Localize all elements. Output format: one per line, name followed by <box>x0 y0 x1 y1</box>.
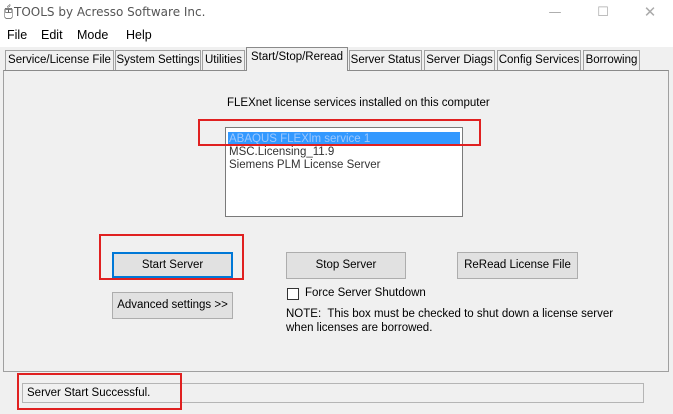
services-listbox[interactable]: ABAQUS FLEXlm service 1 MSC.Licensing_11… <box>225 127 463 217</box>
note-line-1: NOTE: This box must be checked to shut d… <box>286 308 614 320</box>
maximize-icon[interactable]: ☐ <box>580 0 626 25</box>
tab-server-status[interactable]: Server Status <box>349 50 422 70</box>
tab-service-license-file[interactable]: Service/License File <box>5 50 114 70</box>
note-text: NOTE: This box must be checked to shut d… <box>286 307 613 335</box>
service-item-msc[interactable]: MSC.Licensing_11.9 <box>229 146 334 158</box>
start-server-button[interactable]: Start Server <box>112 252 233 278</box>
status-bar: Server Start Successful. <box>22 383 644 403</box>
tab-system-settings[interactable]: System Settings <box>115 50 201 70</box>
tab-server-diags[interactable]: Server Diags <box>424 50 495 70</box>
minimize-icon[interactable]: — <box>532 0 578 25</box>
menu-edit[interactable]: Edit <box>41 28 63 42</box>
service-item-siemens[interactable]: Siemens PLM License Server <box>229 159 380 171</box>
advanced-settings-button[interactable]: Advanced settings >> <box>112 292 233 319</box>
tab-utilities[interactable]: Utilities <box>202 50 245 70</box>
mouse-cursor-icon: 🖰 <box>4 2 14 20</box>
close-icon[interactable]: ✕ <box>627 0 673 25</box>
tab-config-services[interactable]: Config Services <box>497 50 581 70</box>
tab-bar: Service/License File System Settings Uti… <box>0 47 673 71</box>
menu-help[interactable]: Help <box>126 28 152 42</box>
menu-file[interactable]: File <box>7 28 27 42</box>
menu-mode[interactable]: Mode <box>77 28 108 42</box>
stop-server-button[interactable]: Stop Server <box>286 252 406 279</box>
menu-bar: File Edit Mode Help <box>0 25 673 47</box>
services-label: FLEXnet license services installed on th… <box>227 97 490 109</box>
force-shutdown-label[interactable]: Force Server Shutdown <box>305 287 426 299</box>
status-text: Server Start Successful. <box>27 387 151 399</box>
service-item-abaqus[interactable]: ABAQUS FLEXlm service 1 <box>228 132 460 146</box>
title-bar: 🖰 TOOLS by Acresso Software Inc. — ☐ ✕ <box>0 0 673 25</box>
window-title: TOOLS by Acresso Software Inc. <box>14 5 206 19</box>
note-line-2: when licenses are borrowed. <box>286 322 433 334</box>
reread-license-button[interactable]: ReRead License File <box>457 252 578 279</box>
force-shutdown-checkbox[interactable] <box>287 288 299 300</box>
tab-start-stop-reread[interactable]: Start/Stop/Reread <box>246 47 348 71</box>
tab-borrowing[interactable]: Borrowing <box>583 50 640 70</box>
